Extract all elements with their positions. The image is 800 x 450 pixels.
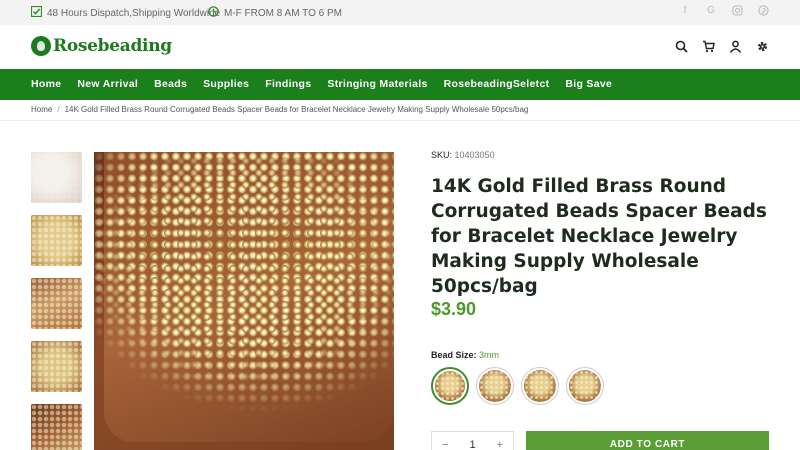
nav-item-new-arrival[interactable]: New Arrival [77, 78, 138, 90]
nav-item-home[interactable]: Home [31, 78, 61, 90]
nav-item-supplies[interactable]: Supplies [203, 78, 249, 90]
size-swatch-1[interactable] [431, 367, 469, 405]
sku-value: 10403050 [454, 150, 495, 160]
product-title: 14K Gold Filled Brass Round Corrugated B… [431, 176, 767, 297]
rose-logo-icon [31, 36, 51, 56]
breadcrumb-home[interactable]: Home [31, 105, 52, 114]
top-bar: 48 Hours Dispatch,Shipping Worldwide M-F… [0, 0, 800, 25]
option-value: 3mm [479, 350, 500, 360]
qty-minus-button[interactable]: − [442, 439, 448, 450]
nav-item-findings[interactable]: Findings [265, 78, 311, 90]
qty-plus-button[interactable]: + [497, 439, 503, 450]
pinterest-icon[interactable] [757, 5, 769, 17]
main-nav: Home New Arrival Beads Supplies Findings… [0, 69, 800, 100]
nav-item-big-save[interactable]: Big Save [565, 78, 612, 90]
hours-text: M-F FROM 8 AM TO 6 PM [224, 7, 342, 19]
option-label: Bead Size: [431, 350, 477, 360]
gold-beads-layer [97, 156, 394, 450]
thumbnail-1[interactable] [31, 152, 82, 203]
clock-icon [208, 6, 219, 20]
dispatch-notice: 48 Hours Dispatch,Shipping Worldwide [30, 5, 221, 20]
sku: SKU: 10403050 [431, 150, 495, 160]
size-swatch-2[interactable] [476, 367, 514, 405]
header-actions [675, 40, 769, 53]
settings-icon[interactable] [756, 40, 769, 53]
size-swatches [431, 367, 604, 405]
breadcrumb-current: 14K Gold Filled Brass Round Corrugated B… [64, 105, 529, 114]
breadcrumb-separator: / [57, 105, 60, 114]
instagram-icon[interactable] [731, 5, 743, 17]
thumbnail-4[interactable] [31, 341, 82, 392]
nav-item-beads[interactable]: Beads [154, 78, 187, 90]
logo[interactable]: Rosebeading [31, 36, 172, 56]
size-swatch-3[interactable] [521, 367, 559, 405]
quantity-value[interactable]: 1 [469, 439, 475, 450]
add-to-cart-button[interactable]: ADD TO CART [526, 431, 769, 450]
account-icon[interactable] [729, 40, 742, 53]
product-price: $3.90 [431, 299, 477, 319]
cart-icon[interactable] [702, 40, 715, 53]
thumbnail-2[interactable] [31, 215, 82, 266]
quantity-stepper: − 1 + [431, 431, 514, 450]
google-icon[interactable]: G [705, 5, 717, 17]
nav-item-stringing-materials[interactable]: Stringing Materials [327, 78, 427, 90]
breadcrumb: Home / 14K Gold Filled Brass Round Corruga… [31, 105, 528, 114]
business-hours: M-F FROM 8 AM TO 6 PM [208, 6, 342, 20]
social-links: f G [679, 5, 769, 17]
search-icon[interactable] [675, 40, 688, 53]
thumbnail-list [31, 152, 82, 450]
logo-text: Rosebeading [53, 36, 172, 56]
check-box-icon [30, 5, 43, 20]
nav-item-rosebeading-select[interactable]: RosebeadingSeletct [444, 78, 550, 90]
thumbnail-5[interactable] [31, 404, 82, 450]
bead-size-label: Bead Size: 3mm [431, 350, 499, 360]
site-header: Rosebeading [0, 25, 800, 69]
dispatch-text: 48 Hours Dispatch,Shipping Worldwide [47, 7, 221, 19]
thumbnail-3[interactable] [31, 278, 82, 329]
facebook-icon[interactable]: f [679, 5, 691, 17]
divider [0, 120, 800, 121]
main-product-image[interactable] [94, 152, 394, 450]
sku-label: SKU: [431, 150, 453, 160]
size-swatch-4[interactable] [566, 367, 604, 405]
